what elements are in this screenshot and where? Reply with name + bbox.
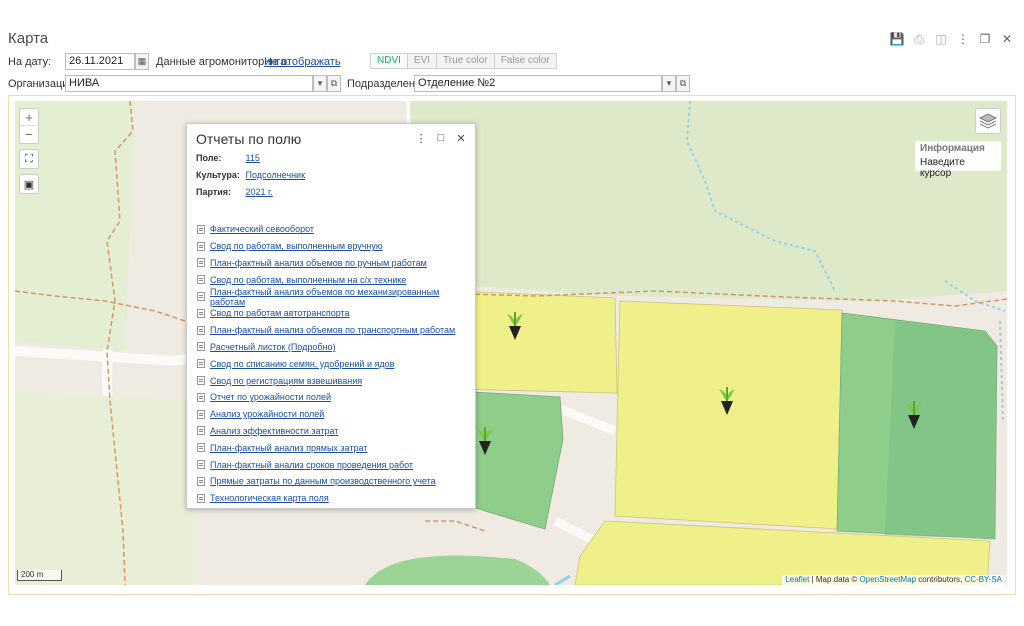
- preview-icon[interactable]: ◫: [932, 31, 950, 47]
- window-title: Карта: [8, 30, 49, 47]
- crop-label: Культура:: [196, 170, 240, 180]
- report-item[interactable]: Свод по регистрациям взвешивания: [197, 372, 475, 389]
- dept-field[interactable]: Отделение №2: [414, 75, 662, 92]
- report-icon: [197, 426, 205, 436]
- report-icon: [197, 376, 205, 386]
- org-dropdown-icon[interactable]: ▾: [313, 75, 327, 92]
- layers-icon[interactable]: [975, 108, 1001, 134]
- report-item[interactable]: Анализ эффективности затрат: [197, 423, 475, 440]
- mode-switch: NDVI EVI True color False color: [370, 53, 557, 69]
- save-icon[interactable]: 💾: [888, 31, 906, 47]
- zoom-control: + −: [19, 108, 39, 144]
- report-icon: [197, 493, 205, 503]
- field-label: Поле:: [196, 153, 222, 163]
- org-open-icon[interactable]: ⧉: [327, 75, 341, 92]
- info-panel: Информация Наведите курсор: [915, 141, 1001, 179]
- map-attribution: Leaflet | Map data © OpenStreetMap contr…: [782, 575, 1005, 585]
- field-reports-popup: Отчеты по полю ⋮ □ ✕ Поле: 115 Культура:…: [186, 123, 476, 509]
- report-icon: [197, 224, 205, 234]
- info-title: Информация: [920, 143, 985, 154]
- info-text: Наведите курсор: [920, 157, 965, 179]
- report-icon: [197, 359, 205, 369]
- report-icon: [197, 443, 205, 453]
- osm-link[interactable]: OpenStreetMap: [860, 575, 916, 584]
- batch-label: Партия:: [196, 187, 232, 197]
- map[interactable]: [15, 101, 1007, 585]
- mode-ndvi[interactable]: NDVI: [370, 53, 408, 69]
- report-item[interactable]: План-фактный анализ сроков проведения ра…: [197, 456, 475, 473]
- close-icon[interactable]: ✕: [455, 132, 467, 145]
- report-icon: [197, 292, 205, 302]
- dept-dropdown-icon[interactable]: ▾: [662, 75, 676, 92]
- agro-link[interactable]: Не отображать: [264, 56, 341, 68]
- calendar-icon[interactable]: ▦: [135, 53, 149, 70]
- mode-true-color[interactable]: True color: [436, 53, 495, 69]
- report-item[interactable]: Отчет по урожайности полей: [197, 389, 475, 406]
- window-toolbar: 💾 ⎙ ◫ ⋮ ❐ ✕: [888, 31, 1016, 47]
- zoom-in-button[interactable]: +: [20, 109, 38, 126]
- draw-icon[interactable]: ▣: [19, 174, 39, 194]
- print-icon[interactable]: ⎙: [910, 31, 928, 47]
- report-item[interactable]: Прямые затраты по данным производственно…: [197, 473, 475, 490]
- leaflet-link[interactable]: Leaflet: [785, 575, 809, 584]
- report-item[interactable]: План-фактный анализ объемов по ручным ра…: [197, 255, 475, 272]
- report-item[interactable]: План-фактный анализ объемов по механизир…: [197, 287, 475, 307]
- report-icon: [197, 409, 205, 419]
- scale-bar: 200 m: [17, 570, 62, 581]
- report-icon: [197, 342, 205, 352]
- report-icon: [197, 258, 205, 268]
- field-link[interactable]: 115: [246, 153, 260, 163]
- popup-title: Отчеты по полю: [196, 131, 302, 147]
- report-icon: [197, 392, 205, 402]
- report-icon: [197, 476, 205, 486]
- report-item[interactable]: Технологическая карта поля: [197, 490, 475, 507]
- report-item[interactable]: Свод по работам, выполненным вручную: [197, 238, 475, 255]
- date-field[interactable]: 26.11.2021: [65, 53, 135, 70]
- report-icon: [197, 460, 205, 470]
- field-row: Поле: 115: [196, 153, 260, 163]
- report-item[interactable]: Свод по работам автотранспорта: [197, 305, 475, 322]
- mode-evi[interactable]: EVI: [406, 53, 438, 69]
- report-icon: [197, 308, 205, 318]
- more-icon[interactable]: ⋮: [415, 132, 427, 145]
- date-label: На дату:: [8, 56, 52, 68]
- close-icon[interactable]: ✕: [998, 31, 1016, 47]
- report-item[interactable]: План-фактный анализ прямых затрат: [197, 439, 475, 456]
- report-item[interactable]: Анализ урожайности полей: [197, 406, 475, 423]
- fullscreen-icon[interactable]: ⛶: [19, 149, 39, 169]
- popup-controls: ⋮ □ ✕: [415, 132, 467, 145]
- org-field[interactable]: НИВА: [65, 75, 313, 92]
- report-item[interactable]: Фактический севооборот: [197, 221, 475, 238]
- attribution-contrib: contributors,: [916, 575, 965, 584]
- zoom-out-button[interactable]: −: [20, 126, 38, 143]
- more-icon[interactable]: ⋮: [954, 31, 972, 47]
- crop-link[interactable]: Подсолнечник: [246, 170, 306, 180]
- mode-false-color[interactable]: False color: [493, 53, 557, 69]
- report-list: Фактический севооборот Свод по работам, …: [197, 221, 475, 507]
- crop-row: Культура: Подсолнечник: [196, 170, 305, 180]
- batch-link[interactable]: 2021 г.: [246, 187, 273, 197]
- report-item[interactable]: Расчетный листок (Подробно): [197, 339, 475, 356]
- report-icon: [197, 325, 205, 335]
- report-icon: [197, 241, 205, 251]
- license-link[interactable]: CC-BY-SA: [965, 575, 1003, 584]
- batch-row: Партия: 2021 г.: [196, 187, 273, 197]
- restore-icon[interactable]: ❐: [976, 31, 994, 47]
- maximize-icon[interactable]: □: [435, 132, 447, 144]
- map-canvas: [15, 101, 1007, 585]
- report-item[interactable]: Свод по списанию семян, удобрений и ядов: [197, 355, 475, 372]
- report-icon: [197, 275, 205, 285]
- attribution-text: | Map data ©: [809, 575, 860, 584]
- report-item[interactable]: План-фактный анализ объемов по транспорт…: [197, 322, 475, 339]
- dept-open-icon[interactable]: ⧉: [676, 75, 690, 92]
